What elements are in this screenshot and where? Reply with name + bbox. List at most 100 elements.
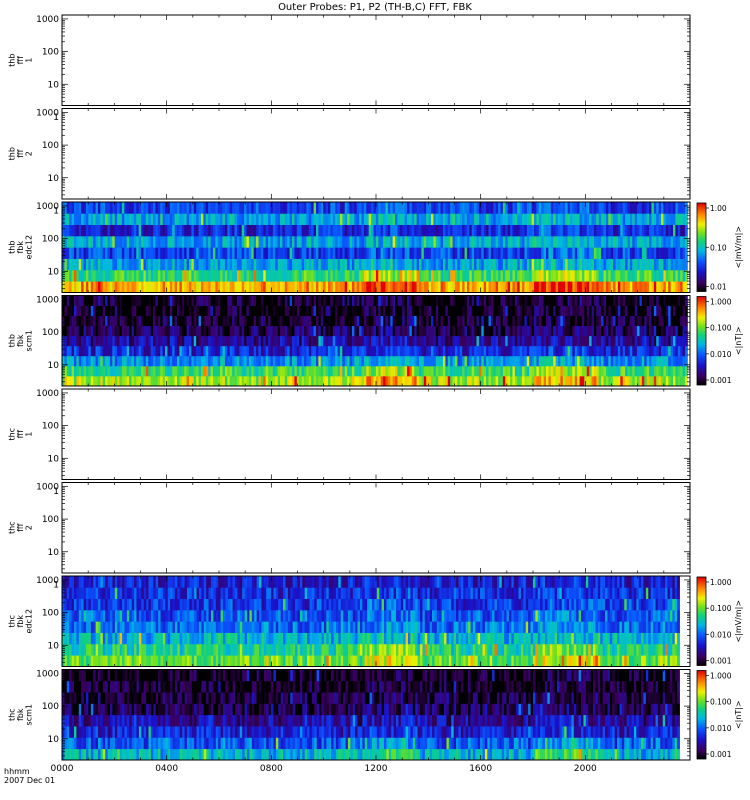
heatmap-cell: [131, 375, 135, 387]
heatmap-cell: [191, 621, 195, 633]
heatmap-cell: [138, 213, 142, 226]
heatmap-cell: [177, 587, 181, 600]
heatmap-cell: [622, 345, 626, 357]
heatmap-cell: [119, 609, 123, 622]
heatmap-cell: [644, 258, 648, 271]
heatmap-cell: [387, 258, 391, 271]
heatmap-cell: [495, 247, 499, 259]
heatmap-cell: [476, 325, 480, 337]
heatmap-cell: [323, 224, 326, 237]
heatmap-cell: [203, 621, 207, 633]
heatmap-cell: [143, 295, 147, 306]
heatmap-cell: [438, 295, 441, 306]
heatmap-cell: [510, 295, 513, 306]
heatmap-cell: [421, 345, 425, 357]
heatmap-cell: [222, 202, 226, 214]
heatmap-cell: [392, 295, 396, 306]
heatmap-cell: [205, 315, 209, 327]
heatmap-cell: [272, 213, 276, 226]
heatmap-cell: [241, 224, 245, 237]
heatmap-cell: [342, 335, 346, 347]
heatmap-cell: [138, 365, 142, 377]
heatmap-cell: [375, 305, 379, 317]
heatmap-cell: [565, 325, 568, 337]
heatmap-cell: [536, 247, 540, 259]
heatmap-cell: [426, 235, 430, 248]
heatmap-cell: [598, 305, 602, 317]
heatmap-cell: [143, 655, 147, 667]
heatmap-cell: [610, 345, 614, 357]
heatmap-cell: [248, 345, 252, 357]
heatmap-cell: [107, 202, 111, 214]
heatmap-cell: [181, 335, 185, 347]
heatmap-cell: [112, 258, 116, 271]
heatmap-cell: [450, 355, 453, 367]
heatmap-cell: [510, 213, 513, 226]
heatmap-cell: [66, 643, 70, 656]
heatmap-cell: [682, 365, 686, 377]
heatmap-cell: [512, 258, 516, 271]
heatmap-cell: [478, 315, 482, 327]
heatmap-cell: [155, 235, 159, 248]
heatmap-cell: [349, 247, 353, 259]
heatmap-cell: [117, 576, 121, 588]
heatmap-cell: [414, 258, 418, 271]
heatmap-cell: [148, 235, 152, 248]
heatmap-cell: [76, 325, 80, 337]
heatmap-cell: [208, 305, 211, 317]
heatmap-cell: [402, 335, 406, 347]
heatmap-cell: [466, 202, 470, 214]
heatmap-cell: [83, 355, 87, 367]
heatmap-cell: [100, 355, 104, 367]
heatmap-cell: [145, 355, 149, 367]
heatmap-cell: [534, 202, 537, 214]
heatmap-cell: [445, 258, 449, 271]
heatmap-cell: [572, 202, 576, 214]
heatmap-cell: [433, 258, 437, 271]
heatmap-cell: [380, 247, 384, 259]
heatmap-cell: [208, 355, 211, 367]
heatmap-cell: [383, 258, 386, 271]
heatmap-cell: [83, 269, 87, 282]
heatmap-cell: [107, 315, 111, 327]
heatmap-cell: [529, 224, 533, 237]
heatmap-cell: [371, 305, 374, 317]
heatmap-cell: [610, 258, 614, 271]
heatmap-cell: [332, 235, 336, 248]
heatmap-cell: [296, 365, 300, 377]
heatmap-cell: [498, 315, 501, 327]
heatmap-cell: [105, 224, 108, 237]
heatmap-cell: [615, 295, 619, 306]
heatmap-cell: [675, 325, 679, 337]
heatmap-cell: [105, 655, 109, 667]
heatmap-cell: [73, 235, 77, 248]
heatmap-cell: [464, 295, 468, 306]
heatmap-cell: [153, 587, 157, 600]
heatmap-cell: [649, 355, 652, 367]
heatmap-cell: [404, 345, 408, 357]
heatmap-cell: [193, 335, 197, 347]
heatmap-cell: [311, 335, 314, 347]
y-tick-label: 10: [48, 548, 60, 558]
heatmap-cell: [351, 305, 355, 317]
heatmap-cell: [658, 202, 662, 214]
heatmap-cell: [177, 213, 180, 226]
heatmap-cell: [102, 576, 106, 588]
heatmap-cell: [162, 305, 166, 317]
heatmap-cell: [121, 202, 125, 214]
heatmap-cell: [220, 375, 223, 387]
heatmap-cell: [392, 247, 396, 259]
heatmap-cell: [119, 325, 123, 337]
heatmap-cell: [97, 247, 101, 259]
heatmap-cell: [102, 315, 106, 327]
y-axis-label-line: 2: [25, 151, 34, 156]
heatmap-cell: [251, 269, 255, 282]
heatmap-cell: [76, 655, 80, 667]
heatmap-cell: [478, 258, 482, 271]
heatmap-cell: [478, 325, 482, 337]
heatmap-cell: [469, 281, 473, 293]
heatmap-cell: [320, 202, 324, 214]
heatmap-cell: [201, 598, 205, 611]
heatmap-cell: [378, 269, 382, 282]
heatmap-cell: [395, 247, 398, 259]
